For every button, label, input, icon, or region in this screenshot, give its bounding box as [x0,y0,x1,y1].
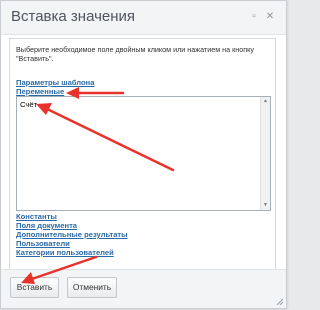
link-user-categories[interactable]: Категории пользователей [16,248,114,257]
values-listbox[interactable]: Счёт ▲ ▼ [16,96,271,211]
list-item[interactable]: Счёт [20,100,37,109]
dialog-titlebar[interactable]: Вставка значения ▫ ✕ [1,1,286,35]
insert-button[interactable]: Вставить [10,277,59,298]
dialog-content: Выберите необходимое поле двойным кликом… [9,38,276,271]
close-icon[interactable]: ✕ [264,11,276,23]
link-users[interactable]: Пользователи [16,239,70,248]
resize-grip-icon[interactable] [275,297,283,305]
listbox-scrollbar[interactable]: ▲ ▼ [260,97,270,210]
link-constants[interactable]: Константы [16,212,57,221]
link-additional-results[interactable]: Дополнительные результаты [16,230,128,239]
link-variables[interactable]: Переменные [16,87,64,96]
cancel-button[interactable]: Отменить [67,277,117,298]
minimize-icon[interactable]: ▫ [248,11,260,23]
dialog-footer: Вставить Отменить [1,269,286,308]
insert-value-dialog: Вставка значения ▫ ✕ Выберите необходимо… [0,0,287,309]
link-document-fields[interactable]: Поля документа [16,221,77,230]
dialog-title: Вставка значения [11,8,136,25]
scroll-up-icon[interactable]: ▲ [261,97,270,106]
link-template-parameters[interactable]: Параметры шаблона [16,78,94,87]
scroll-down-icon[interactable]: ▼ [261,201,270,210]
instruction-text: Выберите необходимое поле двойным кликом… [16,45,254,63]
